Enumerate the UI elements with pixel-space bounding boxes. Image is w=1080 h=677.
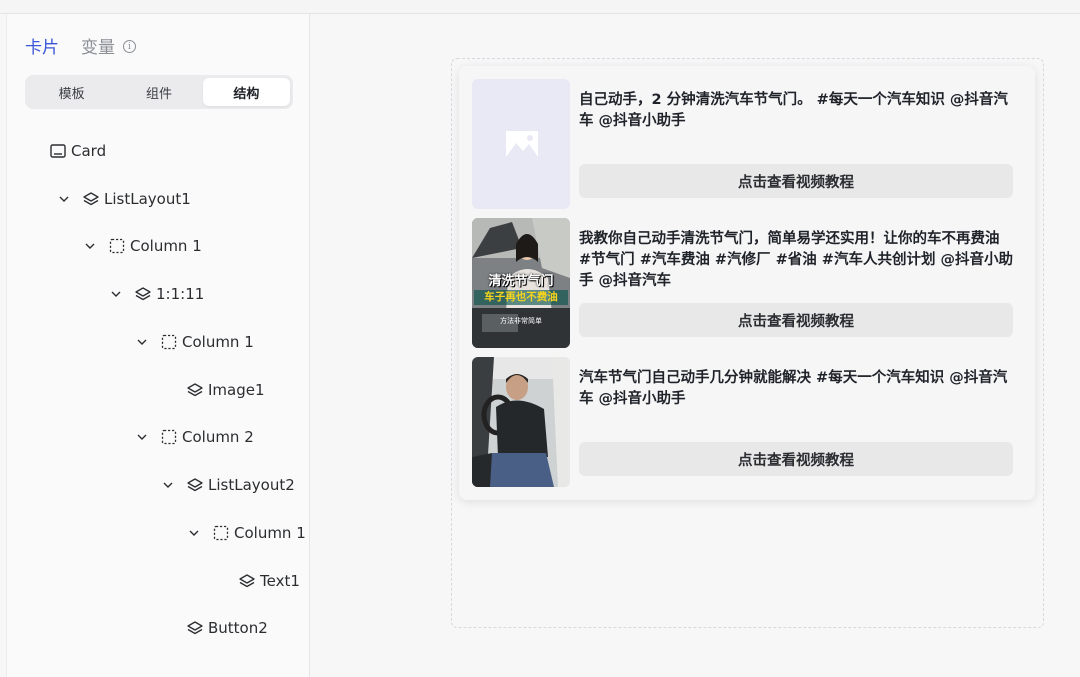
- top-bar: [0, 0, 1080, 14]
- chevron-down-icon[interactable]: [109, 287, 123, 301]
- tree-node-column1[interactable]: Column 1: [83, 236, 202, 256]
- layers-icon: [135, 286, 151, 302]
- tree-node-label: ListLayout2: [208, 476, 295, 494]
- segment-templates[interactable]: 模板: [28, 78, 115, 106]
- tree-node-card[interactable]: Card: [50, 141, 106, 161]
- info-circle-icon[interactable]: i: [123, 40, 136, 53]
- list-item[interactable]: 汽车节气门自己动手几分钟就能解决 #每天一个汽车知识 @抖音汽车 @抖音小助手 …: [472, 357, 1014, 487]
- dashed-box-icon: [161, 334, 177, 350]
- card-icon: [50, 143, 66, 159]
- chevron-down-icon[interactable]: [135, 430, 149, 444]
- item-title: 自己动手，2 分钟清洗汽车节气门。 #每天一个汽车知识 @抖音汽车 @抖音小助手: [579, 92, 1008, 129]
- tree-node-label: 1:1:11: [156, 285, 205, 303]
- video-thumbnail[interactable]: [472, 357, 570, 487]
- tree-node-label: Text1: [260, 572, 300, 590]
- layers-icon: [239, 573, 255, 589]
- segment-structure[interactable]: 结构: [202, 78, 290, 106]
- tree-node-button2[interactable]: Button2: [187, 618, 268, 638]
- tree-node-listlayout2[interactable]: ListLayout2: [161, 475, 295, 495]
- item-title: 我教你自己动手清洗节气门，简单易学还实用！让你的车不再费油 #节气门 #汽车费油…: [579, 231, 1013, 289]
- tree-node-listlayout1[interactable]: ListLayout1: [57, 189, 191, 209]
- segmented-control: 模板 组件 结构: [25, 75, 293, 109]
- chevron-down-icon[interactable]: [57, 192, 71, 206]
- preview-canvas: 自己动手，2 分钟清洗汽车节气门。 #每天一个汽车知识 @抖音汽车 @抖音小助手…: [311, 14, 1080, 677]
- tree-node-label: Image1: [208, 381, 265, 399]
- photo-man-image: [472, 357, 570, 487]
- tree-node-inner-column1[interactable]: Column 1: [135, 332, 254, 352]
- thumbnail-caption: 清洗节气门: [488, 274, 554, 289]
- segment-components[interactable]: 组件: [115, 78, 202, 106]
- tree-node-label: Card: [71, 142, 107, 160]
- view-tutorial-button[interactable]: 点击查看视频教程: [579, 164, 1013, 198]
- chevron-down-icon[interactable]: [187, 526, 201, 540]
- tree-node-ratio[interactable]: 1:1:11: [109, 284, 204, 304]
- structure-panel: 卡片 变量 i 模板 组件 结构 Card ListLayout1 Column…: [6, 14, 310, 677]
- image-placeholder-icon: [506, 131, 538, 157]
- item-title: 汽车节气门自己动手几分钟就能解决 #每天一个汽车知识 @抖音汽车 @抖音小助手: [579, 370, 1008, 407]
- layers-icon: [187, 382, 203, 398]
- tree-node-image1[interactable]: Image1: [187, 380, 265, 400]
- layers-icon: [187, 620, 203, 636]
- thumbnail-subcaption: 车子再也不费油: [474, 290, 568, 305]
- thumbnail-note: 方法非常简单: [500, 317, 542, 325]
- tree-node-label: Column 1: [182, 333, 254, 351]
- image-placeholder: [472, 79, 570, 209]
- tree-node-text1[interactable]: Text1: [239, 571, 300, 591]
- tab-variables[interactable]: 变量: [81, 33, 115, 58]
- view-tutorial-button[interactable]: 点击查看视频教程: [579, 442, 1013, 476]
- panel-header: 卡片 变量 i: [25, 33, 136, 58]
- tab-card[interactable]: 卡片: [25, 33, 59, 58]
- tree-node-label: ListLayout1: [104, 190, 191, 208]
- tree-node-label: Column 1: [130, 237, 202, 255]
- layers-icon: [83, 191, 99, 207]
- dashed-box-icon: [109, 238, 125, 254]
- layers-icon: [187, 477, 203, 493]
- dashed-box-icon: [161, 429, 177, 445]
- tree-node-column2[interactable]: Column 2: [135, 427, 254, 447]
- view-tutorial-button[interactable]: 点击查看视频教程: [579, 303, 1013, 337]
- list-item[interactable]: 清洗节气门 车子再也不费油 方法非常简单 我教你自己动手清洗节气门，简单易学还实…: [472, 218, 1014, 348]
- chevron-down-icon[interactable]: [135, 335, 149, 349]
- video-thumbnail[interactable]: 清洗节气门 车子再也不费油 方法非常简单: [472, 218, 570, 348]
- chevron-down-icon[interactable]: [83, 239, 97, 253]
- tree-node-label: Button2: [208, 619, 268, 637]
- tree-node-label: Column 2: [182, 428, 254, 446]
- dashed-box-icon: [213, 525, 229, 541]
- chevron-down-icon[interactable]: [161, 478, 175, 492]
- preview-card[interactable]: 自己动手，2 分钟清洗汽车节气门。 #每天一个汽车知识 @抖音汽车 @抖音小助手…: [459, 66, 1035, 500]
- tree-node-deep-column1[interactable]: Column 1: [187, 523, 306, 543]
- tree-node-label: Column 1: [234, 524, 306, 542]
- list-item[interactable]: 自己动手，2 分钟清洗汽车节气门。 #每天一个汽车知识 @抖音汽车 @抖音小助手…: [472, 79, 1014, 209]
